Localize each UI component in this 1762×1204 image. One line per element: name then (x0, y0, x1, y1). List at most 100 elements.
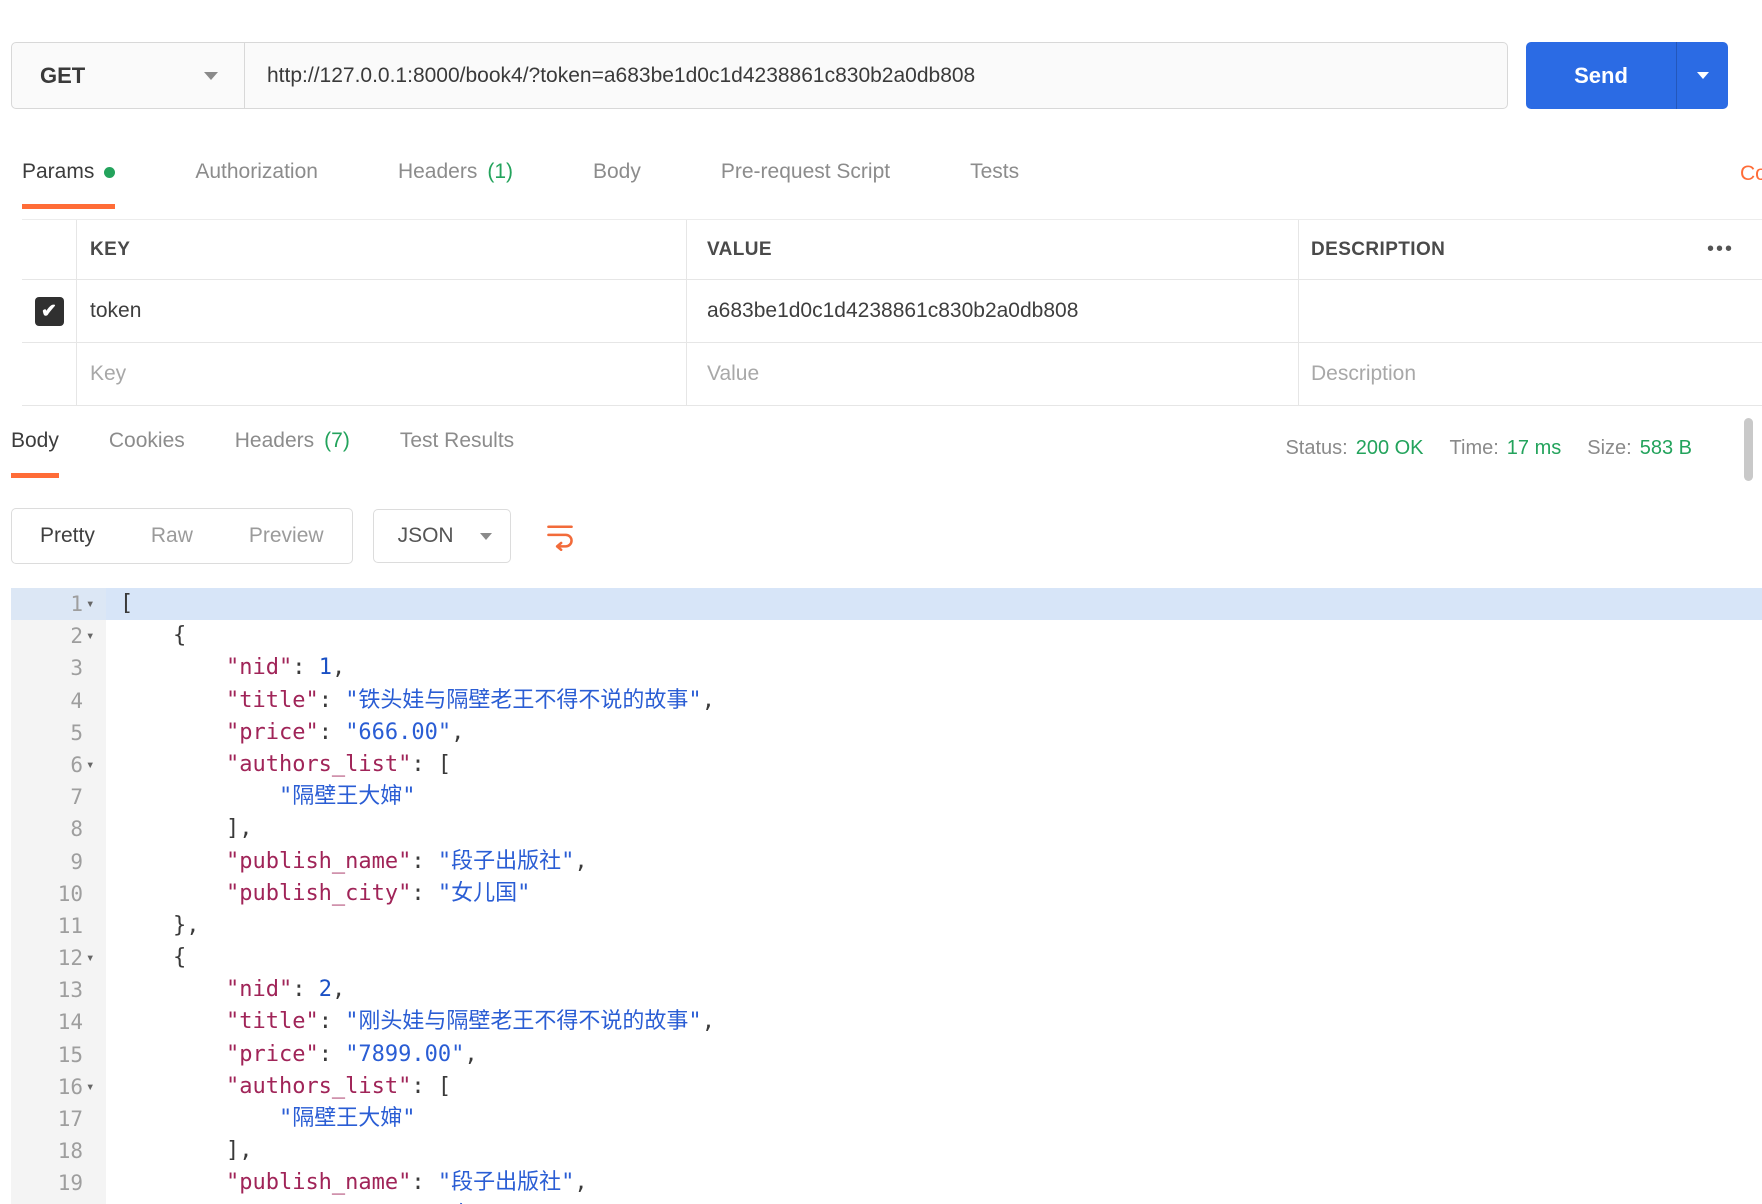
size-value: 583 B (1639, 437, 1692, 459)
line-number-gutter[interactable]: 2 ▾ (11, 620, 106, 653)
tab-response-headers[interactable]: Headers (7) (235, 419, 350, 478)
pretty-button[interactable]: Pretty (12, 509, 123, 563)
param-key-cell (76, 280, 686, 342)
fold-arrow-icon[interactable]: ▾ (83, 588, 106, 620)
code-line-text: "authors_list": [ (225, 751, 452, 777)
header-checkbox-cell (22, 220, 76, 279)
code-line: 10 "publish_city": "女儿国" (11, 877, 1762, 910)
column-header-description: DESCRIPTION ••• (1298, 220, 1762, 279)
params-active-dot-icon (104, 166, 116, 178)
code-line: 5 "price": "666.00", (11, 716, 1762, 749)
tab-headers[interactable]: Headers (1) (398, 152, 513, 209)
code-line: 18 ], (11, 1135, 1762, 1168)
fold-arrow-icon[interactable]: ▾ (83, 942, 106, 974)
code-line: 11 }, (11, 909, 1762, 943)
headers-count-badge: (1) (487, 160, 513, 183)
fold-arrow-icon[interactable]: ▾ (83, 620, 106, 652)
response-tabs: Body Cookies Headers (7) Test Results St… (0, 419, 1762, 478)
column-header-label: VALUE (707, 238, 772, 260)
param-row-empty (22, 343, 1762, 406)
tab-authorization[interactable]: Authorization (195, 152, 318, 209)
fold-arrow-icon[interactable]: ▾ (83, 749, 106, 781)
tab-label: Pre-request Script (720, 160, 891, 183)
tab-label: Body (11, 429, 59, 452)
line-number-gutter: 14 (11, 1006, 106, 1039)
line-number: 12 (57, 946, 83, 971)
code-line-text: [ (106, 588, 1762, 621)
chevron-down-icon (204, 71, 218, 80)
code-line-text: { (120, 623, 187, 649)
wrap-lines-button[interactable] (531, 509, 589, 563)
param-row-token: ✔ (22, 280, 1762, 343)
code-line: 15 "price": "7899.00", (11, 1038, 1762, 1071)
chevron-down-icon (1696, 72, 1709, 79)
param-value-input[interactable] (707, 299, 1298, 323)
line-number-gutter[interactable]: 1 ▾ (11, 588, 106, 621)
send-options-button[interactable] (1676, 42, 1728, 109)
code-line: 19 "publish_name": "段子出版社", (11, 1167, 1762, 1200)
send-button[interactable]: Send (1526, 42, 1676, 109)
params-table-header: KEY VALUE DESCRIPTION ••• (22, 220, 1762, 280)
wrap-lines-icon (546, 525, 573, 551)
param-key-input[interactable] (90, 299, 686, 323)
postman-window: GET Send Params Authorization Headers (1… (0, 0, 1762, 1204)
raw-button[interactable]: Raw (123, 509, 221, 563)
line-number: 20 (58, 1200, 83, 1204)
line-number-gutter: 8 (11, 813, 106, 846)
line-number: 3 (70, 656, 83, 681)
code-line: 13 "nid": 2, (11, 974, 1762, 1007)
tab-label: Params (22, 160, 95, 183)
tab-prerequest-script[interactable]: Pre-request Script (721, 152, 890, 209)
send-button-group: Send (1526, 42, 1728, 109)
tab-response-body[interactable]: Body (11, 419, 59, 478)
code-line: 3 "nid": 1, (11, 652, 1762, 685)
status-label: Status: (1285, 437, 1348, 459)
size-label: Size: (1587, 437, 1632, 459)
line-number-gutter[interactable]: 6 ▾ (11, 748, 106, 782)
param-description-input[interactable] (1311, 299, 1762, 323)
format-select[interactable]: JSON (372, 509, 511, 563)
column-header-label: DESCRIPTION (1311, 238, 1446, 260)
line-number: 11 (57, 913, 83, 938)
new-param-description-input[interactable] (1311, 362, 1762, 386)
response-headers-count-badge: (7) (324, 429, 350, 452)
tab-label: Body (593, 160, 641, 183)
cookies-link[interactable]: Cookies (1740, 162, 1762, 186)
code-line: 6 ▾ "authors_list": [ (11, 748, 1762, 782)
line-number: 14 (57, 1010, 83, 1035)
line-number-gutter[interactable]: 12 ▾ (11, 942, 106, 975)
tab-body[interactable]: Body (593, 152, 641, 209)
preview-button[interactable]: Preview (221, 509, 352, 563)
tab-response-cookies[interactable]: Cookies (109, 419, 185, 478)
line-number: 9 (70, 849, 83, 874)
method-select[interactable]: GET (11, 42, 245, 109)
params-table: KEY VALUE DESCRIPTION ••• ✔ (22, 219, 1762, 406)
scrollbar-thumb[interactable] (1744, 418, 1753, 481)
fold-arrow-icon[interactable]: ▾ (83, 1071, 106, 1103)
line-number-gutter: 13 (11, 974, 106, 1007)
line-number-gutter: 9 (11, 845, 106, 878)
line-number: 1 (70, 592, 83, 616)
code-line-text: "publish_city": "女儿国" (225, 880, 531, 906)
column-header-label: KEY (90, 238, 131, 260)
tab-params[interactable]: Params (22, 152, 116, 209)
code-line-text: "隔壁王大婶" (278, 1106, 416, 1131)
new-param-key-input[interactable] (90, 362, 686, 386)
code-line-text: "nid": 1, (225, 655, 346, 681)
line-number: 10 (57, 881, 83, 906)
line-number: 15 (57, 1042, 83, 1067)
request-tabs: Params Authorization Headers (1) Body Pr… (0, 152, 1762, 209)
line-number-gutter[interactable]: 16 ▾ (11, 1070, 106, 1103)
status-group: Status: 200 OK (1285, 437, 1423, 460)
tab-tests[interactable]: Tests (970, 152, 1019, 209)
code-line: 17 "隔壁王大婶" (11, 1103, 1762, 1136)
line-number: 13 (57, 978, 83, 1003)
url-input[interactable] (245, 42, 1508, 109)
param-description-cell (1298, 343, 1762, 405)
new-param-value-input[interactable] (707, 362, 1298, 386)
param-enabled-checkbox[interactable]: ✔ (34, 296, 64, 326)
param-description-cell (1298, 280, 1762, 342)
code-line-text: ], (120, 1138, 253, 1164)
tab-test-results[interactable]: Test Results (400, 419, 514, 478)
more-options-button[interactable]: ••• (1707, 238, 1734, 261)
